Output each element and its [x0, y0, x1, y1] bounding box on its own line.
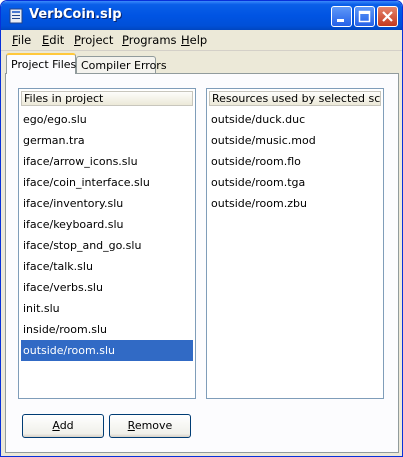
list-item[interactable]: ego/ego.slu: [21, 109, 193, 130]
list-item[interactable]: outside/room.tga: [209, 172, 381, 193]
list-item[interactable]: outside/duck.duc: [209, 109, 381, 130]
resources-header[interactable]: Resources used by selected scripts: [209, 91, 381, 106]
menu-programs-label: rograms: [128, 33, 177, 47]
list-item-selected[interactable]: outside/room.slu: [21, 340, 193, 361]
list-item[interactable]: outside/room.zbu: [209, 193, 381, 214]
remove-mnemonic: R: [127, 419, 135, 432]
maximize-icon: [358, 10, 371, 23]
menu-project-label: roject: [80, 33, 114, 47]
close-button[interactable]: [377, 6, 398, 27]
menu-help-mnemonic: H: [181, 33, 190, 47]
menu-file-label: ile: [17, 33, 32, 47]
maximize-button[interactable]: [354, 6, 375, 27]
files-listbox[interactable]: Files in project ego/ego.slu german.tra …: [18, 88, 196, 399]
minimize-button[interactable]: [331, 6, 352, 27]
app-icon: [9, 8, 23, 24]
remove-label: emove: [134, 419, 173, 432]
menu-bar: File Edit Project Programs Help: [1, 30, 402, 51]
minimize-icon: [337, 19, 344, 22]
resources-list: outside/duck.duc outside/music.mod outsi…: [209, 109, 381, 214]
files-list: ego/ego.slu german.tra iface/arrow_icons…: [21, 109, 193, 361]
add-mnemonic: A: [52, 419, 60, 432]
menu-help-label: elp: [189, 33, 208, 47]
window-title: VerbCoin.slp: [29, 7, 122, 22]
list-item[interactable]: iface/talk.slu: [21, 256, 193, 277]
close-icon: [382, 11, 393, 22]
menu-project-mnemonic: P: [74, 33, 81, 47]
main-window: VerbCoin.slp File Edit Project Programs …: [0, 0, 403, 457]
title-bar[interactable]: VerbCoin.slp: [1, 1, 402, 30]
menu-edit[interactable]: Edit: [42, 33, 64, 47]
tab-project-files[interactable]: Project Files: [6, 53, 76, 74]
list-item[interactable]: german.tra: [21, 130, 193, 151]
tab-compiler-errors[interactable]: Compiler Errors: [76, 56, 167, 74]
resources-listbox[interactable]: Resources used by selected scripts outsi…: [206, 88, 384, 399]
menu-programs-mnemonic: P: [122, 33, 129, 47]
list-item[interactable]: iface/arrow_icons.slu: [21, 151, 193, 172]
list-item[interactable]: init.slu: [21, 298, 193, 319]
menu-edit-label: dit: [49, 33, 65, 47]
tab-strip: Project Files Compiler Errors: [1, 51, 402, 74]
remove-button[interactable]: Remove: [109, 414, 191, 438]
list-item[interactable]: iface/coin_interface.slu: [21, 172, 193, 193]
files-header[interactable]: Files in project: [21, 91, 193, 106]
list-item[interactable]: iface/inventory.slu: [21, 193, 193, 214]
list-item[interactable]: iface/verbs.slu: [21, 277, 193, 298]
list-item[interactable]: outside/room.flo: [209, 151, 381, 172]
list-item[interactable]: iface/stop_and_go.slu: [21, 235, 193, 256]
add-label: dd: [59, 419, 74, 432]
add-button[interactable]: Add: [22, 414, 104, 438]
list-item[interactable]: iface/keyboard.slu: [21, 214, 193, 235]
list-item[interactable]: inside/room.slu: [21, 319, 193, 340]
menu-help[interactable]: Help: [181, 33, 207, 47]
list-item[interactable]: outside/music.mod: [209, 130, 381, 151]
menu-file[interactable]: File: [12, 33, 31, 47]
menu-programs[interactable]: Programs: [122, 33, 177, 47]
menu-project[interactable]: Project: [74, 33, 113, 47]
